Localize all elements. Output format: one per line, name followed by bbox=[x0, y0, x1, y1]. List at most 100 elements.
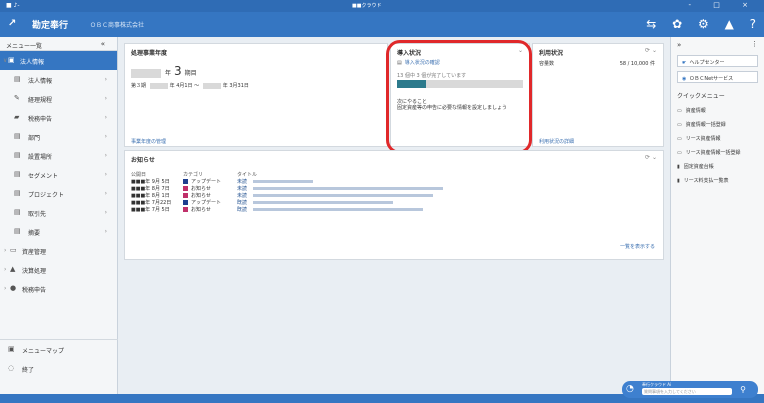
sidebar-item-label: 設置場所 bbox=[28, 154, 53, 161]
chevron-down-icon: ∨ bbox=[3, 57, 8, 64]
collapse-sidebar-icon[interactable]: « bbox=[101, 40, 105, 48]
news-category: お知らせ bbox=[183, 192, 211, 199]
quick-menu-icon: ▮ bbox=[677, 178, 680, 184]
quick-menu-item[interactable]: ▮ リース料支払一覧表 bbox=[671, 174, 764, 188]
read-status-badge: 既読 bbox=[237, 200, 248, 206]
quick-menu-item[interactable]: ▭ 資産情報一括登録 bbox=[671, 118, 764, 132]
user-icon[interactable]: ▲ bbox=[725, 17, 734, 31]
usage-details-link[interactable]: 利用状況の詳細 bbox=[539, 138, 574, 145]
redacted-start-year bbox=[149, 82, 168, 89]
menu-item-icon: ▤ bbox=[14, 227, 21, 235]
quick-menu-icon: ▭ bbox=[677, 136, 682, 142]
column-date: 公開日 bbox=[131, 172, 147, 178]
ai-assistant-widget[interactable]: ◔ 奉行クラウド Ai 質問事項を入力してください ⚲ bbox=[622, 381, 758, 398]
news-row[interactable]: ■■■年 9月 5日 アップデート 未読 bbox=[131, 178, 571, 185]
news-title-link[interactable] bbox=[253, 187, 443, 190]
news-row[interactable]: ■■■年 7月22日 アップデート 既読 bbox=[131, 199, 571, 206]
gear-icon[interactable]: ✿ bbox=[672, 17, 682, 31]
highlight-annotation bbox=[386, 40, 532, 154]
news-title-link[interactable] bbox=[253, 208, 423, 211]
sidebar-item-label: 資産管理 bbox=[22, 249, 47, 256]
sidebar-item-1[interactable]: ▤ 法人情報 › bbox=[0, 70, 117, 89]
menu-item-icon: ▤ bbox=[14, 189, 21, 197]
pointer-icon: ☛ bbox=[682, 60, 687, 66]
read-status-badge: 未読 bbox=[237, 193, 248, 199]
usage-label: 容量数 bbox=[539, 61, 555, 67]
news-title-link[interactable] bbox=[253, 180, 313, 183]
period-prefix: 第３期 bbox=[131, 83, 147, 89]
period-start: 年 4月1日 ～ bbox=[169, 83, 200, 89]
globe-icon: ◉ bbox=[682, 76, 687, 82]
exit-button[interactable]: ◌ 終了 bbox=[0, 359, 118, 378]
expand-caret-icon: › bbox=[4, 285, 7, 292]
news-title-link[interactable] bbox=[253, 201, 393, 204]
refresh-icon[interactable]: ⟳ ⌄ bbox=[645, 47, 657, 54]
news-title: お知らせ bbox=[131, 157, 155, 164]
menu-map-button[interactable]: ▣ メニューマップ bbox=[0, 340, 118, 359]
term-unit: 期目 bbox=[184, 70, 197, 77]
news-rows: ■■■年 9月 5日 アップデート 未読 ■■■年 8月 7日 お知らせ 未読 ■■■年 8… bbox=[131, 178, 571, 213]
quick-menu-item[interactable]: ▭ リース資産情報 bbox=[671, 132, 764, 146]
menu-sidebar: メニュー一覧 « ∨ ▣ 法人情報 ▤ 法人情報 › ✎ 経理規程 › ▰ 税務申告 › ▤ 部門 › ▤ 設置… bbox=[0, 37, 118, 394]
sidebar-item-9[interactable]: ▤ 摘要 › bbox=[0, 222, 117, 241]
right-panel-header: » ⋮ bbox=[671, 37, 764, 51]
sidebar-item-0[interactable]: ∨ ▣ 法人情報 bbox=[0, 51, 117, 70]
category-color-swatch bbox=[183, 193, 188, 198]
app-header: ↗ 勘定奉行 ＯＢＣ商事株式会社 ⇆ ✿ ⚙ ▲ ? bbox=[0, 12, 764, 37]
header-icon-group: ⇆ ✿ ⚙ ▲ ? bbox=[634, 17, 756, 31]
category-color-swatch bbox=[183, 179, 188, 184]
sidebar-item-6[interactable]: ▤ セグメント › bbox=[0, 165, 117, 184]
sidebar-item-11[interactable]: › ▲ 決算処理 bbox=[0, 260, 117, 279]
obcnet-service-label: ＯＢＣNetサービス bbox=[689, 76, 734, 82]
quick-menu-label: リース資産情報 bbox=[685, 136, 721, 142]
quick-menu-item[interactable]: ▭ 資産情報 bbox=[671, 104, 764, 118]
sidebar-item-8[interactable]: ▤ 取引先 › bbox=[0, 203, 117, 222]
menu-map-label: メニューマップ bbox=[22, 348, 65, 355]
usage-status-panel: 利用状況 ⟳ ⌄ 容量数 58 / 10,000 件 利用状況の詳細 bbox=[532, 43, 664, 147]
quick-menu-item[interactable]: ▮ 固定資産台帳 bbox=[671, 160, 764, 174]
quick-menu-label: リース料支払一覧表 bbox=[683, 178, 729, 184]
quick-menu-item[interactable]: ▭ リース資産情報一括登録 bbox=[671, 146, 764, 160]
refresh-icon[interactable]: ⟳ ⌄ bbox=[645, 154, 657, 161]
fiscal-year-management-link[interactable]: 事業年度の管理 bbox=[131, 138, 166, 145]
more-options-icon[interactable]: ⋮ bbox=[751, 40, 758, 48]
app-logo-icon: ↗ bbox=[8, 18, 17, 29]
obcnet-service-button[interactable]: ◉ ＯＢＣNetサービス bbox=[677, 71, 758, 83]
help-center-label: ヘルプセンター bbox=[689, 60, 725, 66]
sidebar-item-12[interactable]: › ● 税務申告 bbox=[0, 279, 117, 298]
help-center-button[interactable]: ☛ ヘルプセンター bbox=[677, 55, 758, 67]
show-all-news-link[interactable]: 一覧を表示する bbox=[620, 243, 655, 250]
news-row[interactable]: ■■■年 7月 5日 お知らせ 既読 bbox=[131, 206, 571, 213]
ai-question-input[interactable]: 質問事項を入力してください bbox=[642, 388, 732, 395]
redacted-year bbox=[131, 69, 161, 78]
menu-item-icon: ▣ bbox=[8, 56, 15, 64]
term-suffix: 年 bbox=[165, 70, 172, 77]
sidebar-item-2[interactable]: ✎ 経理規程 › bbox=[0, 89, 117, 108]
news-row[interactable]: ■■■年 8月 1日 お知らせ 未読 bbox=[131, 192, 571, 199]
settings-icon[interactable]: ⚙ bbox=[698, 17, 709, 31]
menu-item-icon: ▤ bbox=[14, 208, 21, 216]
news-title-link[interactable] bbox=[253, 194, 433, 197]
help-icon[interactable]: ? bbox=[750, 17, 756, 31]
quick-menu-icon: ▭ bbox=[677, 122, 682, 128]
category-color-swatch bbox=[183, 186, 188, 191]
quick-menu-icon: ▭ bbox=[677, 108, 682, 114]
category-color-swatch bbox=[183, 200, 188, 205]
chevron-right-icon: › bbox=[104, 76, 107, 83]
expand-panel-icon[interactable]: » bbox=[677, 41, 681, 49]
usage-value: 58 / 10,000 件 bbox=[619, 61, 655, 67]
menu-item-icon: ▭ bbox=[10, 246, 17, 254]
sidebar-item-4[interactable]: ▤ 部門 › bbox=[0, 127, 117, 146]
search-icon[interactable]: ⚲ bbox=[740, 385, 746, 394]
window-controls[interactable]: - □ × bbox=[689, 1, 758, 9]
product-name: 勘定奉行 bbox=[32, 21, 69, 31]
quick-menu-icon: ▮ bbox=[677, 164, 680, 170]
chat-icon: ◔ bbox=[626, 384, 634, 394]
news-row[interactable]: ■■■年 8月 7日 お知らせ 未読 bbox=[131, 185, 571, 192]
sidebar-item-5[interactable]: ▤ 設置場所 › bbox=[0, 146, 117, 165]
export-icon[interactable]: ⇆ bbox=[646, 17, 656, 31]
news-date: ■■■年 7月 5日 bbox=[131, 207, 170, 213]
sidebar-item-10[interactable]: › ▭ 資産管理 bbox=[0, 241, 117, 260]
sidebar-item-7[interactable]: ▤ プロジェクト › bbox=[0, 184, 117, 203]
sidebar-item-3[interactable]: ▰ 税務申告 › bbox=[0, 108, 117, 127]
